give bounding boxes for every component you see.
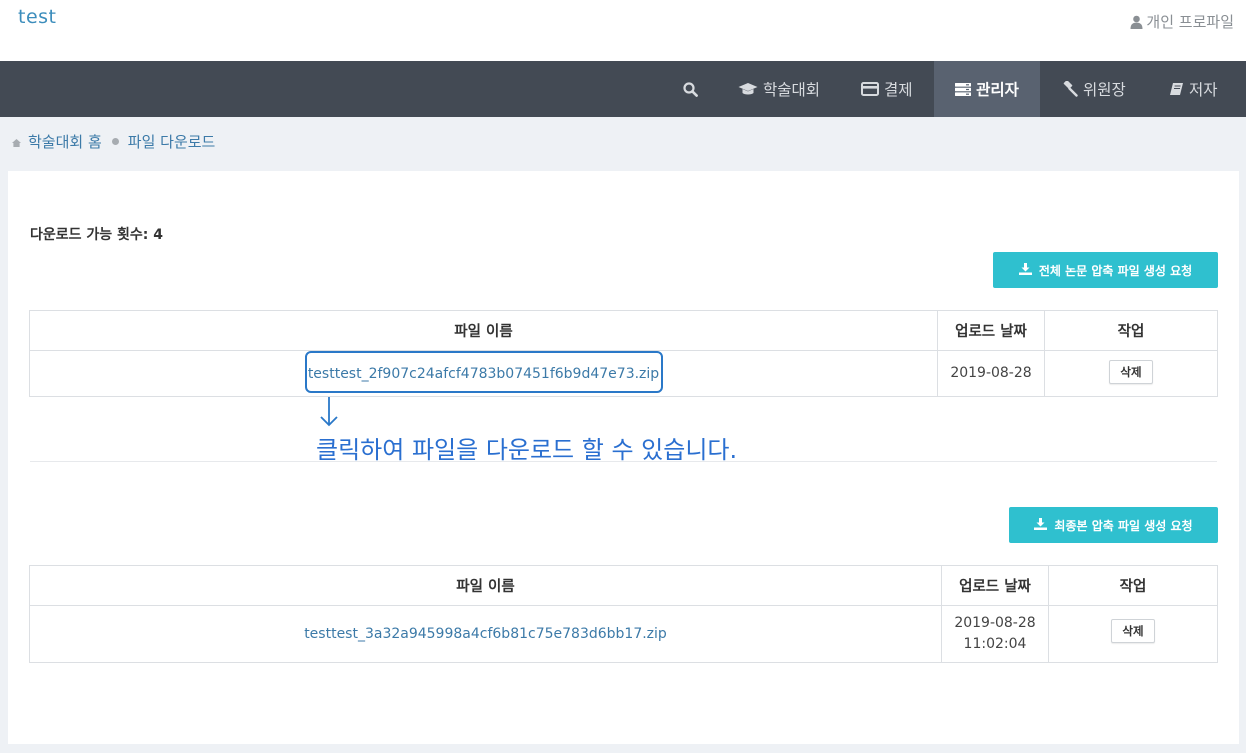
nav-search[interactable] (676, 61, 704, 117)
breadcrumb: 학술대회 홈 파일 다운로드 (12, 131, 215, 152)
upload-time: 11:02:04 (963, 636, 1027, 652)
action-cell: 삭제 (1044, 351, 1217, 396)
nav-label-payment: 결제 (884, 81, 913, 99)
delete-button[interactable]: 삭제 (1111, 619, 1155, 643)
request-final-version-zip-label: 최종본 압축 파일 생성 요청 (1054, 518, 1193, 533)
breadcrumb-current[interactable]: 파일 다운로드 (128, 131, 216, 152)
column-header-filename: 파일 이름 (454, 324, 513, 340)
request-all-papers-zip-label: 전체 논문 압축 파일 생성 요청 (1038, 263, 1193, 278)
column-header-filename: 파일 이름 (456, 579, 515, 595)
download-icon (1034, 517, 1048, 533)
nav-item-payment[interactable]: 결제 (861, 61, 913, 117)
nav-item-admin[interactable]: 관리자 (934, 61, 1040, 117)
download-icon (1018, 262, 1032, 278)
column-header-upload-date: 업로드 날짜 (941, 566, 1048, 605)
nav-item-chair[interactable]: 위원장 (1061, 61, 1126, 117)
graduation-cap-icon (738, 82, 758, 96)
nav-label-author: 저자 (1189, 81, 1218, 99)
delete-button[interactable]: 삭제 (1109, 359, 1153, 384)
action-cell: 삭제 (1048, 606, 1217, 662)
request-all-papers-zip-button[interactable]: 전체 논문 압축 파일 생성 요청 (993, 252, 1218, 288)
main-navbar: 학술대회 결제 관리자 위원장 저자 (0, 61, 1246, 117)
profile-link[interactable]: 개인 프로파일 (1130, 11, 1234, 32)
all-papers-file-table: 파일 이름 업로드 날짜 작업 testtest_2f907c24afcf478… (29, 310, 1218, 397)
column-header-action: 작업 (1048, 566, 1217, 605)
book-icon (1169, 82, 1184, 96)
table-row: testtest_3a32a945998a4cf6b81c75e783d6bb1… (30, 606, 1217, 662)
brand-title[interactable]: test (18, 6, 57, 28)
arrow-down-icon (318, 396, 340, 432)
upload-datetime: 2019-08-28 11:02:04 (941, 606, 1048, 662)
table-header-row: 파일 이름 업로드 날짜 작업 (30, 566, 1217, 606)
nav-label-admin: 관리자 (976, 81, 1019, 99)
nav-label-chair: 위원장 (1083, 81, 1126, 99)
table-row: testtest_2f907c24afcf4783b07451f6b9d47e7… (30, 351, 1217, 396)
section-divider (30, 461, 1217, 462)
top-header: test 개인 프로파일 (0, 0, 1246, 61)
search-icon (682, 81, 698, 97)
nav-label-conference: 학술대회 (763, 81, 821, 99)
nav-item-author[interactable]: 저자 (1169, 61, 1218, 117)
table-header-row: 파일 이름 업로드 날짜 작업 (30, 311, 1217, 351)
upload-date: 2019-08-28 (954, 615, 1036, 631)
user-icon (1130, 15, 1143, 29)
file-download-link[interactable]: testtest_2f907c24afcf4783b07451f6b9d47e7… (30, 351, 937, 396)
download-hint-annotation: 클릭하여 파일을 다운로드 할 수 있습니다. (316, 436, 738, 464)
request-final-version-zip-button[interactable]: 최종본 압축 파일 생성 요청 (1009, 507, 1218, 543)
column-header-action: 작업 (1044, 311, 1217, 350)
server-icon (955, 82, 972, 96)
credit-card-icon (861, 82, 879, 96)
gavel-icon (1061, 81, 1078, 97)
breadcrumb-separator (111, 138, 119, 145)
download-count: 다운로드 가능 횟수: 4 (30, 227, 164, 243)
upload-date: 2019-08-28 (937, 351, 1044, 396)
home-icon (12, 133, 21, 151)
file-download-link[interactable]: testtest_3a32a945998a4cf6b81c75e783d6bb1… (30, 606, 941, 662)
breadcrumb-home[interactable]: 학술대회 홈 (28, 131, 102, 152)
column-header-upload-date: 업로드 날짜 (937, 311, 1044, 350)
nav-item-conference[interactable]: 학술대회 (738, 61, 820, 117)
profile-label: 개인 프로파일 (1146, 13, 1234, 31)
final-version-file-table: 파일 이름 업로드 날짜 작업 testtest_3a32a945998a4cf… (29, 565, 1218, 663)
